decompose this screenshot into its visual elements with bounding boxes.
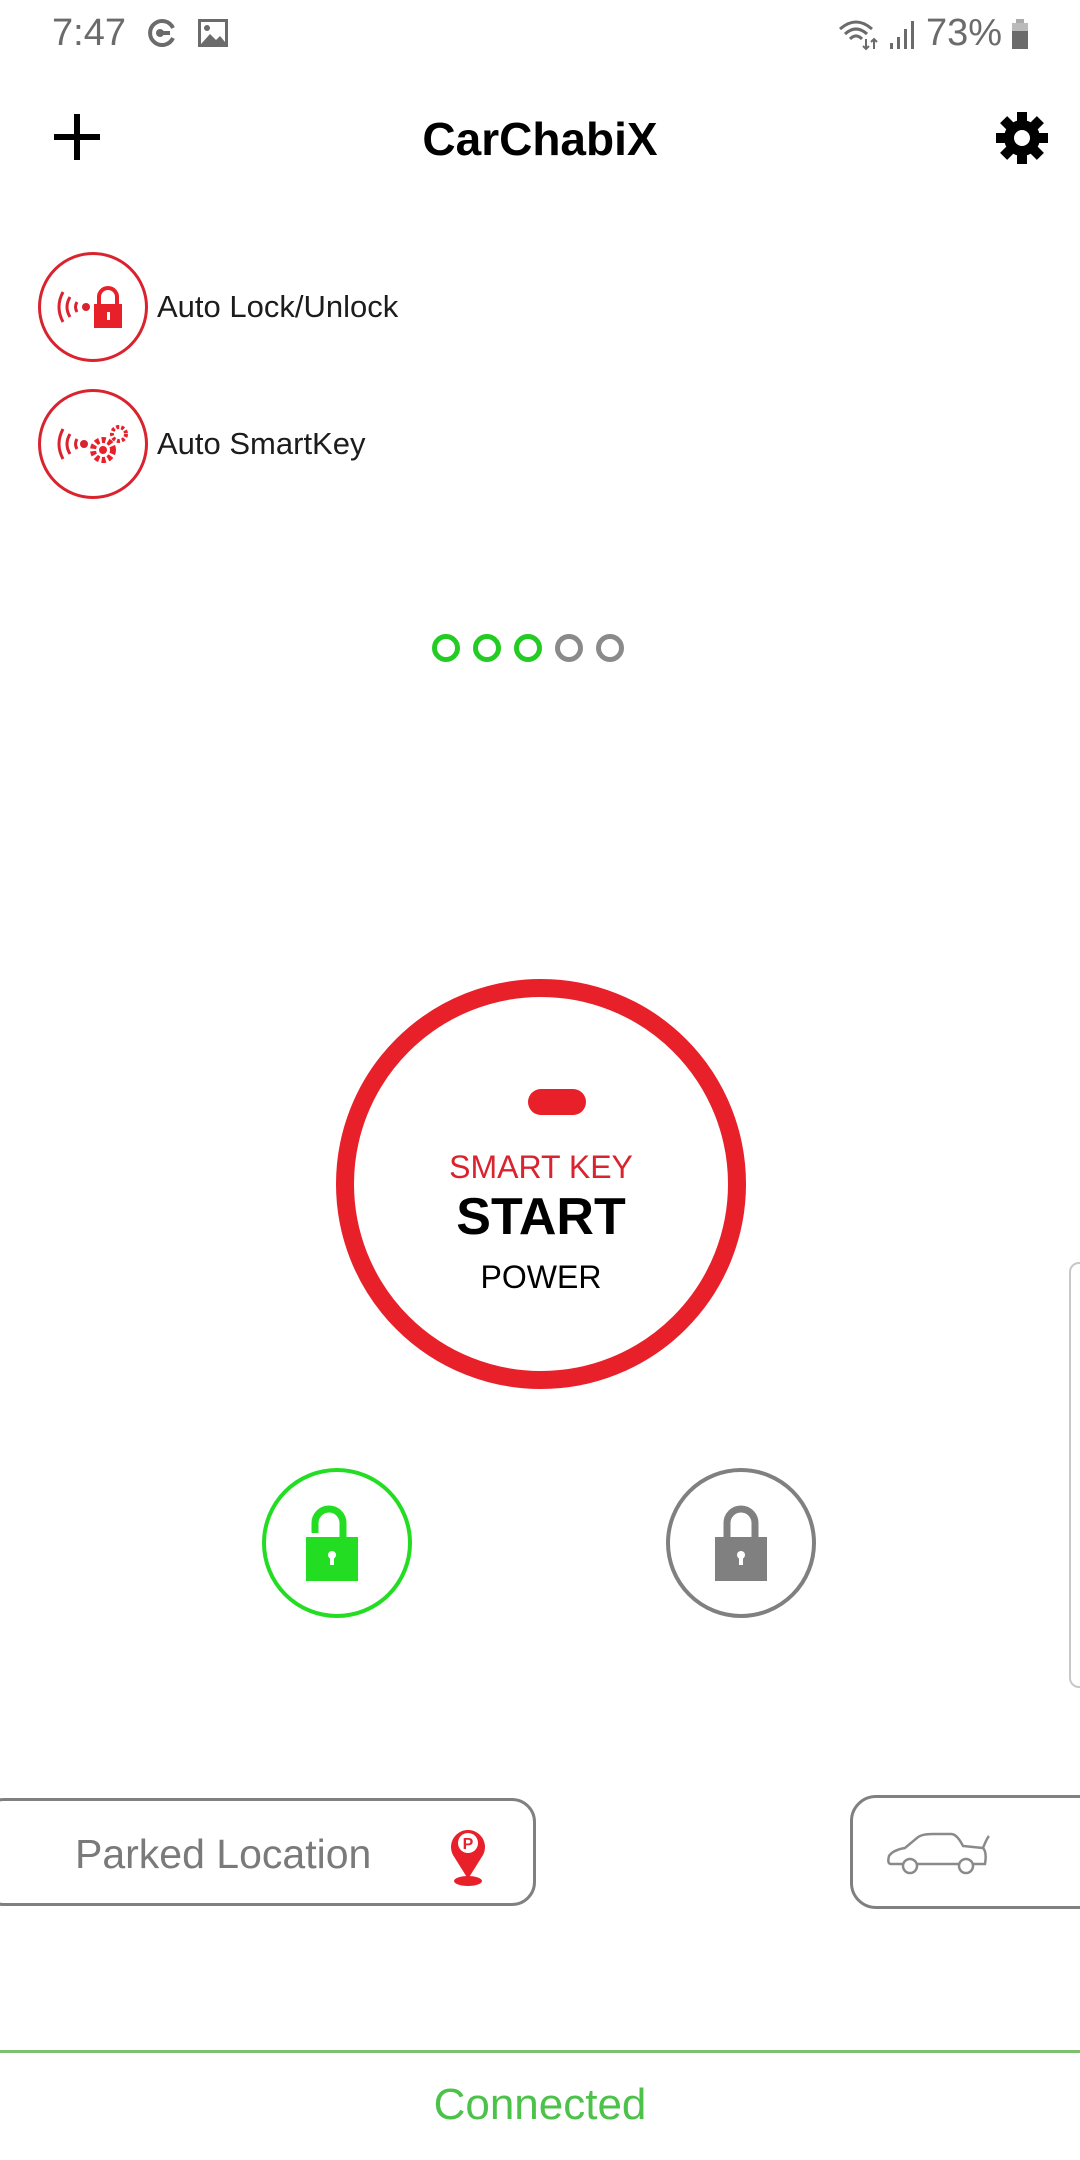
page-dot-active [473, 634, 501, 662]
feature-label: Auto SmartKey [157, 426, 366, 461]
settings-button[interactable] [994, 110, 1050, 166]
parked-location-label: Parked Location [75, 1831, 372, 1877]
car-trunk-icon [887, 1832, 990, 1875]
auto-smartkey-button[interactable] [38, 389, 148, 499]
start-label: START [456, 1188, 626, 1246]
page-dot-inactive [596, 634, 624, 662]
page-dot-inactive [555, 634, 583, 662]
auto-smartkey-icon [57, 425, 128, 463]
status-divider [0, 2050, 1080, 2053]
wifi-icon [838, 20, 878, 50]
gear-icon [996, 112, 1048, 164]
power-label: POWER [480, 1259, 602, 1295]
status-bar: 7:47 73% [0, 0, 1080, 70]
edge-panel-handle[interactable] [1069, 1262, 1080, 1688]
lock-icon [715, 1505, 767, 1581]
feature-auto-lock-unlock[interactable]: Auto Lock/Unlock [38, 252, 398, 362]
parking-pin-icon: P [451, 1830, 485, 1886]
feature-auto-smartkey[interactable]: Auto SmartKey [38, 389, 365, 499]
smart-key-label: SMART KEY [449, 1149, 633, 1185]
signal-icon [889, 20, 914, 49]
sync-icon [148, 19, 175, 47]
page-dot-active [514, 634, 542, 662]
app-title: CarChabiX [422, 113, 658, 165]
auto-lock-button[interactable] [38, 252, 148, 362]
battery-percent: 73% [925, 12, 1002, 54]
lock-button[interactable] [666, 1468, 816, 1618]
parked-location-button[interactable]: Parked Location P [0, 1798, 536, 1906]
unlock-button[interactable] [262, 1468, 412, 1618]
feature-label: Auto Lock/Unlock [157, 289, 399, 324]
page-indicator [432, 634, 624, 662]
page-dot-active [432, 634, 460, 662]
image-icon [198, 19, 228, 47]
battery-icon [1012, 18, 1028, 49]
trunk-button[interactable] [850, 1795, 1080, 1909]
start-power-button[interactable]: SMART KEY START POWER [336, 979, 746, 1389]
connection-status: Connected [433, 2080, 647, 2129]
unlock-icon [306, 1505, 358, 1581]
status-right: 73% [836, 12, 1030, 55]
indicator-pill [528, 1089, 586, 1115]
auto-lock-icon [57, 286, 122, 328]
status-time: 7:47 [52, 12, 126, 54]
svg-text:P: P [463, 1836, 474, 1853]
